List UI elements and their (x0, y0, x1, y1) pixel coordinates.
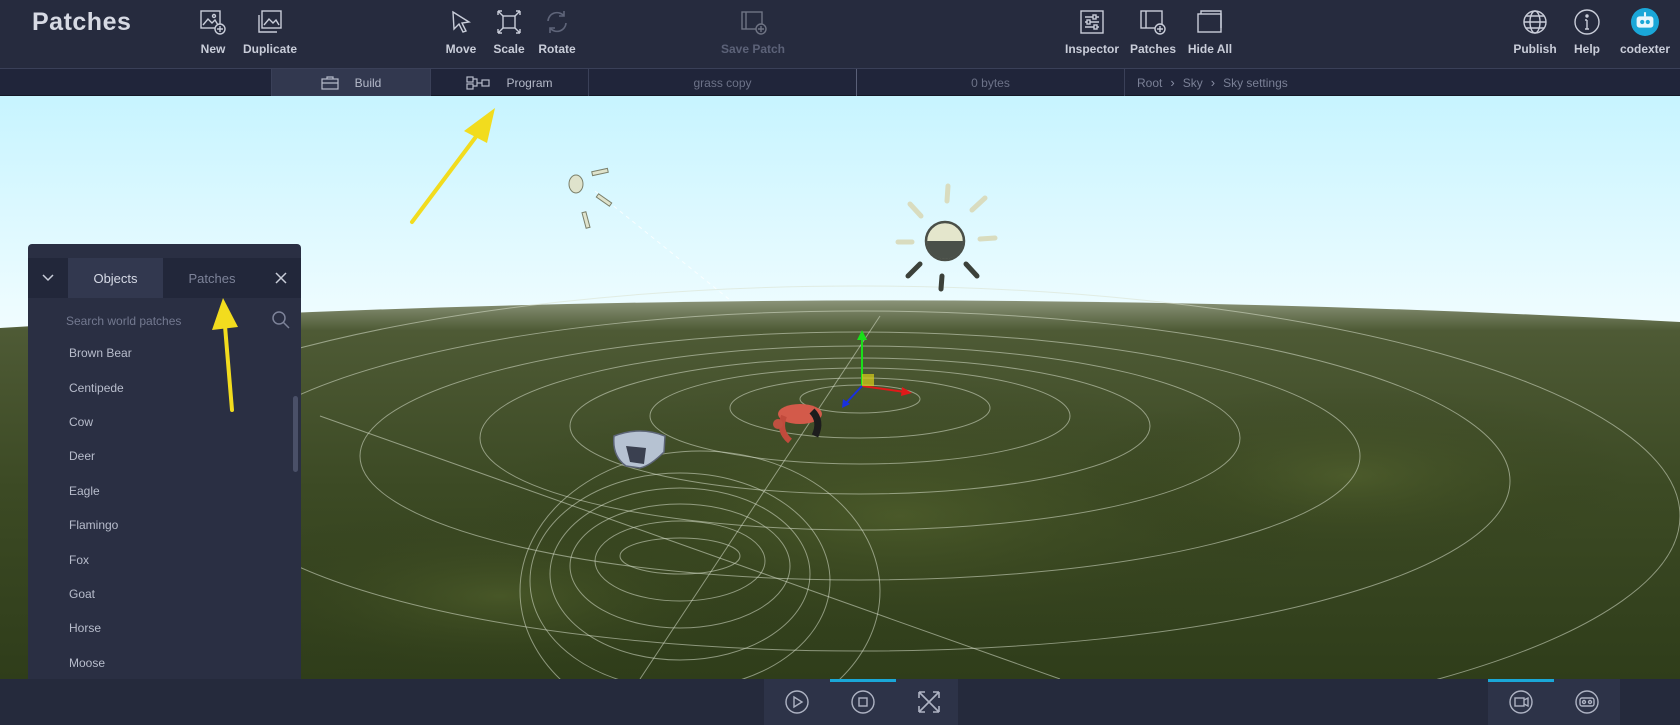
panel-scrollbar[interactable] (293, 396, 298, 472)
breadcrumb-sky[interactable]: Sky (1183, 76, 1203, 90)
user-menu[interactable]: codexter (1610, 8, 1680, 60)
objects-panel: Objects Patches Brown Bear Centipede Cow… (28, 244, 301, 679)
app-title: Patches (32, 8, 132, 36)
save-patch-icon (741, 11, 767, 35)
stop-button[interactable] (830, 679, 896, 725)
video-camera-icon (1509, 690, 1533, 714)
panel-tabs: Objects Patches (28, 258, 301, 298)
expand-icon (918, 691, 940, 713)
avatar (1631, 8, 1659, 36)
tab-build[interactable]: Build (271, 69, 430, 96)
hide-all-icon (1197, 10, 1222, 33)
duplicate-label: Duplicate (242, 42, 297, 56)
new-image-icon (200, 10, 226, 35)
list-item[interactable]: Moose (28, 646, 301, 679)
search-bar (28, 306, 301, 336)
breadcrumb: Root › Sky › Sky settings (1124, 69, 1680, 96)
tab-program[interactable]: Program (430, 69, 588, 96)
list-item[interactable]: Deer (28, 439, 301, 473)
username-label: codexter (1619, 42, 1671, 56)
annotation-arrow-patches (212, 298, 238, 412)
patch-name: grass copy (693, 75, 752, 90)
vr-button[interactable] (1554, 679, 1620, 725)
inspector-button[interactable]: Inspector (1057, 8, 1127, 60)
hide-all-label: Hide All (1187, 42, 1233, 56)
breadcrumb-sky-settings[interactable]: Sky settings (1223, 76, 1288, 90)
play-icon (785, 690, 809, 714)
list-item[interactable]: Eagle (28, 474, 301, 508)
stop-icon (851, 690, 875, 714)
cursor-arrow-icon (452, 10, 471, 33)
top-toolbar: Patches New Duplicate Move Scale Rotate … (0, 0, 1680, 69)
list-item[interactable]: Horse (28, 611, 301, 645)
list-item[interactable]: Fox (28, 542, 301, 576)
globe-icon (1523, 10, 1547, 34)
toolbox-icon (321, 75, 339, 90)
info-icon (1574, 9, 1600, 35)
patch-size-value: 0 bytes (971, 75, 1010, 90)
avatar-robot-icon (1636, 12, 1654, 28)
list-item[interactable]: Goat (28, 577, 301, 611)
patch-size: 0 bytes (856, 69, 1124, 96)
playback-controls (764, 679, 958, 725)
list-item[interactable]: Brown Bear (28, 336, 301, 370)
program-label: Program (506, 75, 553, 90)
program-nodes-icon (466, 75, 491, 90)
camera-controls (1488, 679, 1620, 725)
duplicate-icon (258, 10, 282, 33)
collapse-panel-button[interactable] (28, 258, 68, 298)
search-icon[interactable] (271, 310, 291, 330)
rotate-button[interactable]: Rotate (522, 8, 592, 60)
bottom-toolbar (0, 679, 1680, 725)
chevron-right-icon: › (1170, 75, 1175, 90)
patch-name-field[interactable]: grass copy (588, 69, 856, 96)
vr-headset-icon (1575, 690, 1599, 714)
patches-icon (1140, 10, 1166, 35)
play-button[interactable] (764, 679, 830, 725)
mode-bar: Build Program grass copy 0 bytes Root › … (0, 69, 1680, 96)
inspector-label: Inspector (1064, 42, 1119, 56)
duplicate-button[interactable]: Duplicate (235, 8, 305, 60)
close-icon (275, 272, 287, 284)
tab-patches[interactable]: Patches (163, 258, 261, 298)
chevron-down-icon (42, 274, 54, 282)
inspector-sliders-icon (1080, 10, 1104, 34)
list-item[interactable]: Centipede (28, 370, 301, 404)
patch-list: Brown Bear Centipede Cow Deer Eagle Flam… (28, 336, 301, 679)
scale-icon (497, 10, 521, 34)
chevron-right-icon: › (1210, 75, 1216, 90)
save-patch-label: Save Patch (720, 42, 786, 56)
fullscreen-button[interactable] (896, 679, 962, 725)
close-panel-button[interactable] (261, 258, 301, 298)
camera-button[interactable] (1488, 679, 1554, 725)
rotate-label: Rotate (538, 42, 576, 56)
save-patch-button[interactable]: Save Patch (718, 8, 788, 60)
list-item[interactable]: Flamingo (28, 508, 301, 542)
tab-objects[interactable]: Objects (68, 258, 163, 298)
list-item[interactable]: Cow (28, 405, 301, 439)
build-label: Build (354, 75, 382, 90)
rotate-icon (547, 11, 567, 33)
breadcrumb-root[interactable]: Root (1137, 76, 1162, 90)
hide-all-button[interactable]: Hide All (1175, 8, 1245, 60)
